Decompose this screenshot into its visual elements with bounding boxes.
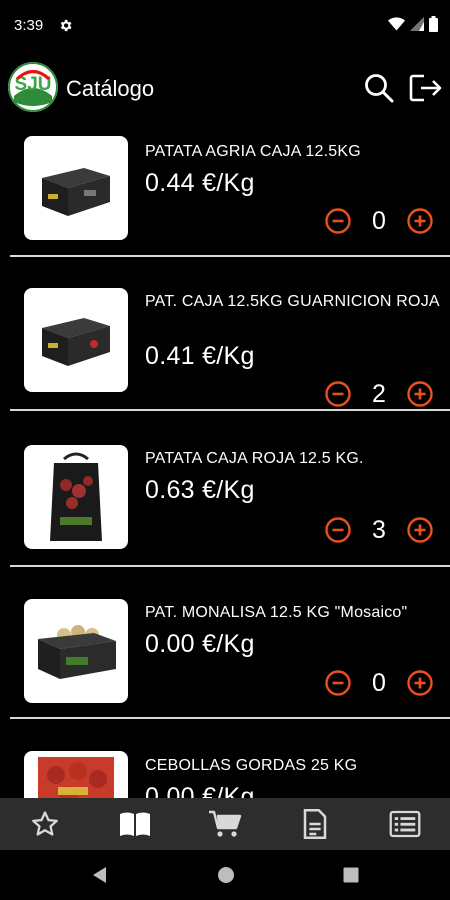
nav-orders-list[interactable] xyxy=(360,798,450,850)
product-image xyxy=(24,136,128,240)
decrease-quantity-button[interactable] xyxy=(324,380,352,408)
divider xyxy=(10,717,450,719)
quantity-value: 3 xyxy=(372,516,386,544)
quantity-value: 0 xyxy=(372,669,386,697)
quantity-value: 2 xyxy=(372,380,386,408)
settings-gear-icon xyxy=(60,19,72,32)
box-icon xyxy=(42,318,110,366)
nav-documents[interactable] xyxy=(270,798,360,850)
bag-icon xyxy=(50,452,102,541)
quantity-stepper: 0 xyxy=(324,207,434,235)
divider xyxy=(10,255,450,257)
onion-bag-icon xyxy=(38,757,114,798)
product-name: CEBOLLAS GORDAS 25 KG xyxy=(145,757,358,774)
status-time: 3:39 xyxy=(14,17,44,34)
app-bar: SJU Catálogo xyxy=(0,52,450,124)
quantity-stepper: 0 xyxy=(324,669,434,697)
cell-signal-icon xyxy=(410,17,424,31)
crate-icon xyxy=(38,625,116,679)
product-name: PATATA AGRIA CAJA 12.5KG xyxy=(145,143,361,160)
product-price: 0.00 €/Kg xyxy=(145,783,255,798)
decrease-quantity-button[interactable] xyxy=(324,207,352,235)
cart-icon xyxy=(209,810,242,837)
system-navigation-bar xyxy=(0,850,450,900)
product-image xyxy=(24,445,128,549)
product-image xyxy=(24,288,128,392)
decrease-quantity-button[interactable] xyxy=(324,516,352,544)
status-bar: 3:39 xyxy=(0,0,450,52)
quantity-stepper: 3 xyxy=(324,516,434,544)
product-price: 0.44 €/Kg xyxy=(145,169,255,197)
status-indicators xyxy=(388,16,438,32)
nav-catalog[interactable] xyxy=(90,798,180,850)
battery-icon xyxy=(429,16,438,32)
logo-mark-icon: SJU xyxy=(8,62,58,112)
quantity-stepper: 2 xyxy=(324,380,434,408)
star-icon xyxy=(32,811,58,836)
search-icon[interactable] xyxy=(363,72,395,104)
home-icon[interactable] xyxy=(216,865,236,885)
app-logo: SJU xyxy=(8,62,58,112)
catalog-book-icon xyxy=(120,812,150,836)
back-icon[interactable] xyxy=(90,865,108,885)
list-icon xyxy=(389,810,421,838)
nav-cart[interactable] xyxy=(180,798,270,850)
bottom-navigation xyxy=(0,798,450,850)
product-name: PAT. MONALISA 12.5 KG "Mosaico" xyxy=(145,604,408,621)
product-list[interactable]: PATATA AGRIA CAJA 12.5KG 0.44 €/Kg 0 PAT… xyxy=(0,124,450,798)
increase-quantity-button[interactable] xyxy=(406,380,434,408)
decrease-quantity-button[interactable] xyxy=(324,669,352,697)
quantity-value: 0 xyxy=(372,207,386,235)
recents-icon[interactable] xyxy=(342,865,360,885)
increase-quantity-button[interactable] xyxy=(406,207,434,235)
product-name: PAT. CAJA 12.5KG GUARNICION ROJA xyxy=(145,293,440,310)
nav-favorites[interactable] xyxy=(0,798,90,850)
increase-quantity-button[interactable] xyxy=(406,669,434,697)
page-title: Catálogo xyxy=(66,76,155,101)
product-image xyxy=(24,751,128,798)
divider xyxy=(10,565,450,567)
product-price: 0.41 €/Kg xyxy=(145,342,255,370)
document-icon xyxy=(303,809,327,839)
increase-quantity-button[interactable] xyxy=(406,516,434,544)
product-price: 0.63 €/Kg xyxy=(145,476,255,504)
divider xyxy=(10,409,450,411)
product-name: PATATA CAJA ROJA 12.5 KG. xyxy=(145,450,364,467)
product-image xyxy=(24,599,128,703)
box-icon xyxy=(42,168,110,216)
product-price: 0.00 €/Kg xyxy=(145,630,255,658)
wifi-icon xyxy=(388,16,405,30)
logout-icon[interactable] xyxy=(408,72,444,104)
